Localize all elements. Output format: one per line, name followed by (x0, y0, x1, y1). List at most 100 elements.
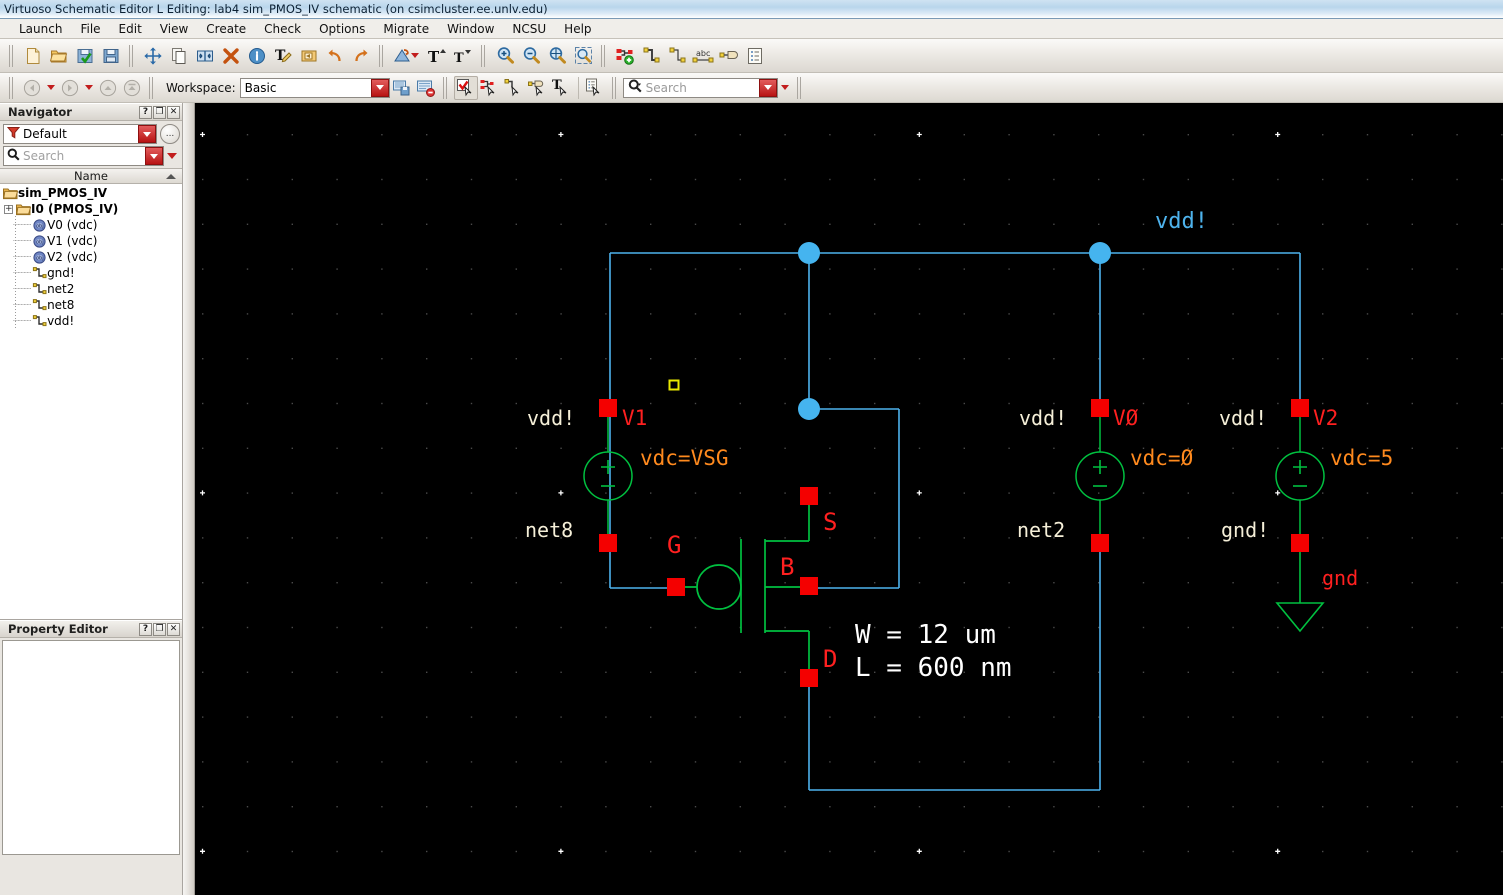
navigator-tree-item[interactable]: ┈┈┈ obj V2 (vdc) (0, 249, 182, 265)
toolbar2-grip-nav[interactable] (8, 76, 16, 99)
navigator-float-button[interactable]: ❐ (153, 105, 166, 119)
navigator-tree-item[interactable]: ┈┈┈ vdd! (0, 313, 182, 329)
chevron-down-icon[interactable] (411, 53, 419, 58)
menu-create[interactable]: Create (197, 21, 255, 37)
navigator-search-options-chevron-down-icon[interactable] (167, 153, 177, 159)
toolbar2-grip-workspace[interactable] (148, 76, 156, 99)
toolbar-grip-create[interactable] (600, 44, 608, 67)
zoom-area-icon[interactable] (570, 43, 596, 69)
check-drc-icon[interactable] (390, 43, 419, 69)
menu-ncsu[interactable]: NCSU (503, 21, 555, 37)
delete-workspace-icon[interactable] (414, 76, 438, 100)
search-chevron-down-icon[interactable] (758, 78, 777, 97)
pin-name-label[interactable]: S (823, 508, 837, 536)
save-check-icon[interactable] (72, 43, 98, 69)
sort-ascending-icon[interactable] (166, 173, 176, 179)
save-icon[interactable] (98, 43, 124, 69)
select-wire-icon[interactable] (502, 76, 526, 100)
instance-name-label[interactable]: VØ (1113, 406, 1139, 430)
menu-options[interactable]: Options (310, 21, 374, 37)
instance-name-label[interactable]: V2 (1313, 406, 1338, 430)
property-editor-float-button[interactable]: ❐ (153, 622, 166, 636)
navigator-filter-chevron-down-icon[interactable] (138, 125, 156, 143)
pin-name-label[interactable]: D (823, 645, 837, 673)
navigator-close-icon[interactable]: ✕ (167, 105, 180, 119)
navigator-tree-item[interactable]: ┈┈┈ net2 (0, 281, 182, 297)
net-label[interactable]: vdd! (1155, 209, 1208, 234)
dock-splitter[interactable] (183, 103, 195, 895)
delete-icon[interactable] (218, 43, 244, 69)
device-parameter-label[interactable]: W = 12 um (855, 620, 996, 650)
add-label-icon[interactable]: abc (690, 43, 716, 69)
menu-migrate[interactable]: Migrate (374, 21, 438, 37)
navigator-help-button[interactable]: ? (139, 105, 152, 119)
toolbar-grip[interactable] (8, 44, 16, 67)
select-hierarchy-icon[interactable] (583, 76, 607, 100)
open-folder-icon[interactable] (46, 43, 72, 69)
toolbar-grip-edit[interactable] (128, 44, 136, 67)
instance-icon[interactable] (296, 43, 322, 69)
net-label[interactable]: net2 (1017, 518, 1065, 542)
navigator-search-input[interactable]: Search (3, 146, 164, 166)
select-instance-icon[interactable] (478, 76, 502, 100)
instance-name-label[interactable]: gnd (1322, 566, 1358, 590)
navigator-filter-options-button[interactable]: ... (160, 124, 180, 144)
property-editor-close-icon[interactable]: ✕ (167, 622, 180, 636)
net-label[interactable]: gnd! (1221, 518, 1269, 542)
search-options-chevron-down-icon[interactable] (780, 85, 789, 90)
menu-check[interactable]: Check (255, 21, 310, 37)
menu-view[interactable]: View (151, 21, 197, 37)
select-all-icon[interactable] (453, 75, 478, 100)
pin-name-label[interactable]: G (667, 531, 681, 559)
navigator-column-header[interactable]: Name (0, 168, 182, 184)
redo-icon[interactable] (348, 43, 374, 69)
add-wire-narrow-icon[interactable] (664, 43, 690, 69)
navigator-tree-item[interactable]: ┈┈┈ net8 (0, 297, 182, 313)
copy-icon[interactable] (166, 43, 192, 69)
zoom-fit-icon[interactable] (544, 43, 570, 69)
navigator-tree-item[interactable]: ┈┈┈ obj V0 (vdc) (0, 217, 182, 233)
select-pin-icon[interactable] (526, 76, 550, 100)
net-label[interactable]: vdd! (527, 406, 575, 430)
zoom-out-icon[interactable] (518, 43, 544, 69)
top-hierarchy-icon[interactable] (120, 76, 144, 100)
toolbar-grip-zoom[interactable] (480, 44, 488, 67)
workspace-combo[interactable]: Basic (239, 77, 390, 98)
pin-name-label[interactable]: B (780, 553, 794, 581)
parameter-label[interactable]: vdc=5 (1330, 446, 1393, 470)
text-down-icon[interactable]: T (450, 43, 476, 69)
menu-help[interactable]: Help (555, 21, 600, 37)
add-instance-icon[interactable] (612, 43, 638, 69)
forward-icon[interactable] (58, 76, 82, 100)
add-wire-icon[interactable] (638, 43, 664, 69)
select-text-icon[interactable]: T (550, 76, 574, 100)
net-label[interactable]: vdd! (1219, 406, 1267, 430)
menu-launch[interactable]: Launch (10, 21, 71, 37)
text-up-icon[interactable]: T (424, 43, 450, 69)
navigator-filter-combo[interactable]: Default (3, 124, 157, 144)
toolbar2-grip-search[interactable] (610, 76, 619, 99)
net-label[interactable]: net8 (525, 518, 573, 542)
new-file-icon[interactable] (20, 43, 46, 69)
navigator-tree[interactable]: sim_PMOS_IV + I0 (PMOS_IV) ┈┈┈ obj V0 (vdc) ┈┈… (0, 184, 182, 619)
parameter-label[interactable]: vdc=VSG (640, 446, 729, 470)
menu-edit[interactable]: Edit (110, 21, 151, 37)
move-icon[interactable] (140, 43, 166, 69)
hierarchy-icon[interactable] (742, 43, 768, 69)
zoom-in-icon[interactable] (492, 43, 518, 69)
tree-expander-icon[interactable]: + (4, 204, 13, 214)
navigator-tree-item[interactable]: ┈┈┈ obj V1 (vdc) (0, 233, 182, 249)
workspace-chevron-down-icon[interactable] (370, 78, 389, 97)
undo-icon[interactable] (322, 43, 348, 69)
edit-text-icon[interactable]: T (270, 43, 296, 69)
save-workspace-icon[interactable] (390, 76, 414, 100)
back-chevron-down-icon[interactable] (47, 85, 55, 90)
toolbar2-grip-end[interactable] (795, 76, 804, 99)
menu-file[interactable]: File (71, 21, 109, 37)
menu-window[interactable]: Window (438, 21, 503, 37)
up-hierarchy-icon[interactable] (96, 76, 120, 100)
instance-name-label[interactable]: V1 (622, 406, 647, 430)
navigator-tree-item[interactable]: + I0 (PMOS_IV) (0, 201, 182, 217)
toolbar-search-box[interactable]: Search (622, 77, 778, 98)
device-parameter-label[interactable]: L = 600 nm (855, 653, 1012, 683)
